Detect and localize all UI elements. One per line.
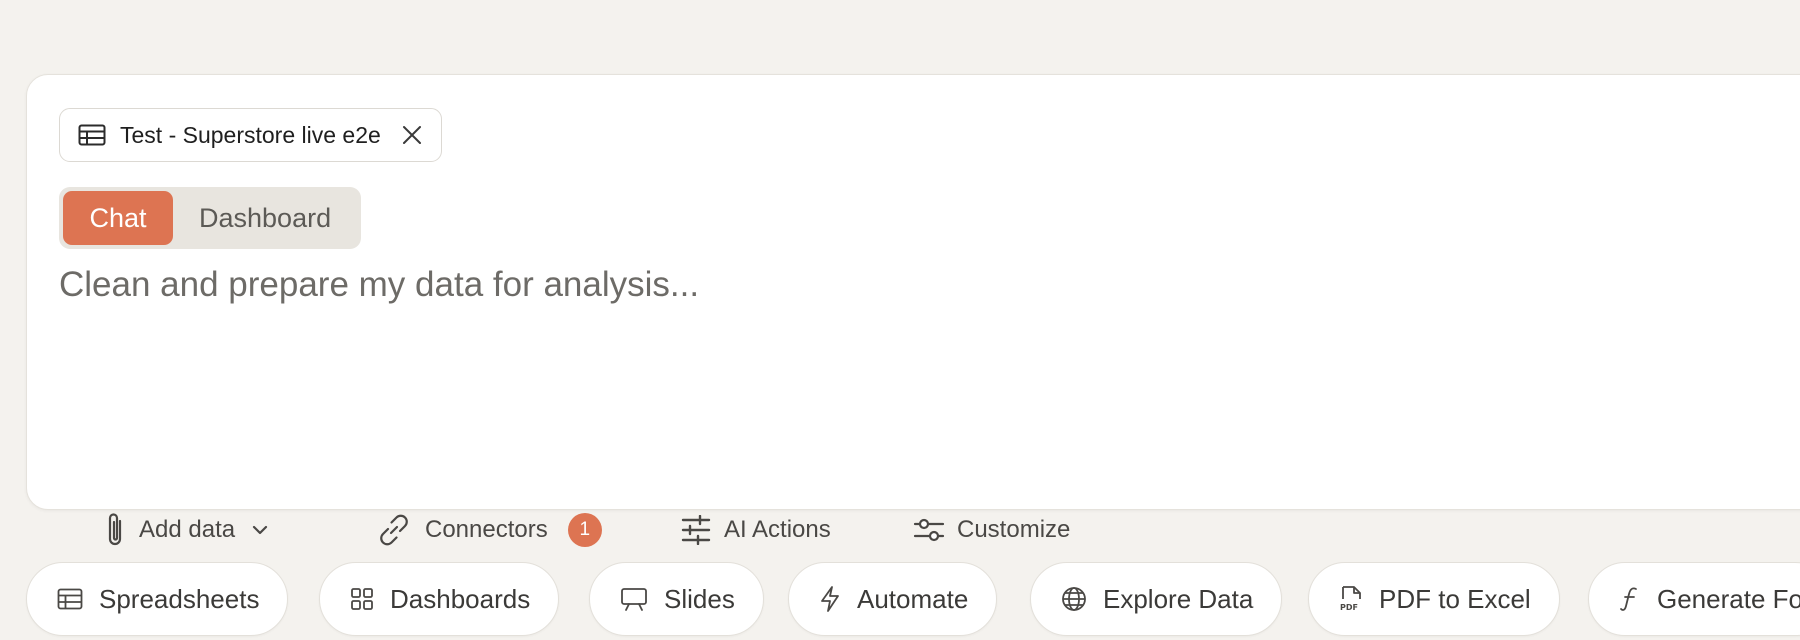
settings-sliders-icon	[913, 516, 945, 544]
quick-action-label: Automate	[857, 583, 969, 614]
quick-action-label: Dashboards	[390, 583, 531, 614]
quick-action-label: Generate Fo	[1657, 583, 1800, 614]
customize-button[interactable]: Customize	[913, 505, 1070, 555]
app-page: Test - Superstore live e2e Chat Dashboar…	[0, 0, 1800, 640]
paperclip-icon	[103, 511, 127, 549]
attached-file-name: Test - Superstore live e2e	[120, 121, 381, 148]
close-icon[interactable]	[401, 124, 423, 146]
function-icon	[1619, 586, 1641, 612]
quick-action-automate[interactable]: Automate	[788, 562, 998, 636]
mode-chat-button[interactable]: Chat	[63, 191, 173, 245]
presentation-icon	[620, 586, 648, 612]
quick-action-explore-data[interactable]: Explore Data	[1030, 562, 1283, 636]
pdf-file-icon: PDF	[1339, 585, 1363, 613]
ai-actions-label: AI Actions	[724, 516, 831, 543]
svg-text:PDF: PDF	[1340, 603, 1358, 612]
connectors-count-badge: 1	[567, 513, 602, 547]
prompt-input[interactable]	[59, 265, 1800, 365]
table-icon	[78, 124, 106, 146]
quick-action-spreadsheets[interactable]: Spreadsheets	[26, 562, 289, 636]
quick-action-label: PDF to Excel	[1379, 583, 1531, 614]
chevron-down-icon	[251, 524, 269, 536]
spreadsheet-icon	[57, 588, 83, 610]
quick-action-label: Explore Data	[1103, 583, 1254, 614]
connectors-label: Connectors	[425, 516, 548, 543]
connectors-button[interactable]: Connectors 1	[375, 505, 602, 555]
add-data-label: Add data	[139, 516, 236, 543]
quick-action-slides[interactable]: Slides	[589, 562, 764, 636]
grid-icon	[350, 587, 374, 611]
mode-dashboard-button[interactable]: Dashboard	[173, 191, 357, 245]
link-icon	[375, 511, 413, 549]
quick-action-dashboards[interactable]: Dashboards	[319, 562, 560, 636]
quick-action-generate-formula[interactable]: Generate Fo	[1588, 562, 1800, 636]
prompt-composer: Test - Superstore live e2e Chat Dashboar…	[26, 74, 1800, 547]
quick-action-label: Slides	[664, 583, 735, 614]
quick-action-label: Spreadsheets	[99, 583, 260, 614]
sliders-icon	[680, 515, 712, 545]
customize-label: Customize	[957, 516, 1071, 543]
add-data-button[interactable]: Add data	[103, 505, 269, 555]
ai-actions-button[interactable]: AI Actions	[680, 505, 831, 555]
attached-file-chip[interactable]: Test - Superstore live e2e	[59, 108, 442, 162]
lightning-icon	[819, 585, 841, 613]
globe-icon	[1061, 586, 1087, 612]
mode-toggle: Chat Dashboard	[59, 187, 362, 249]
quick-action-pdf-to-excel[interactable]: PDF PDF to Excel	[1308, 562, 1560, 636]
